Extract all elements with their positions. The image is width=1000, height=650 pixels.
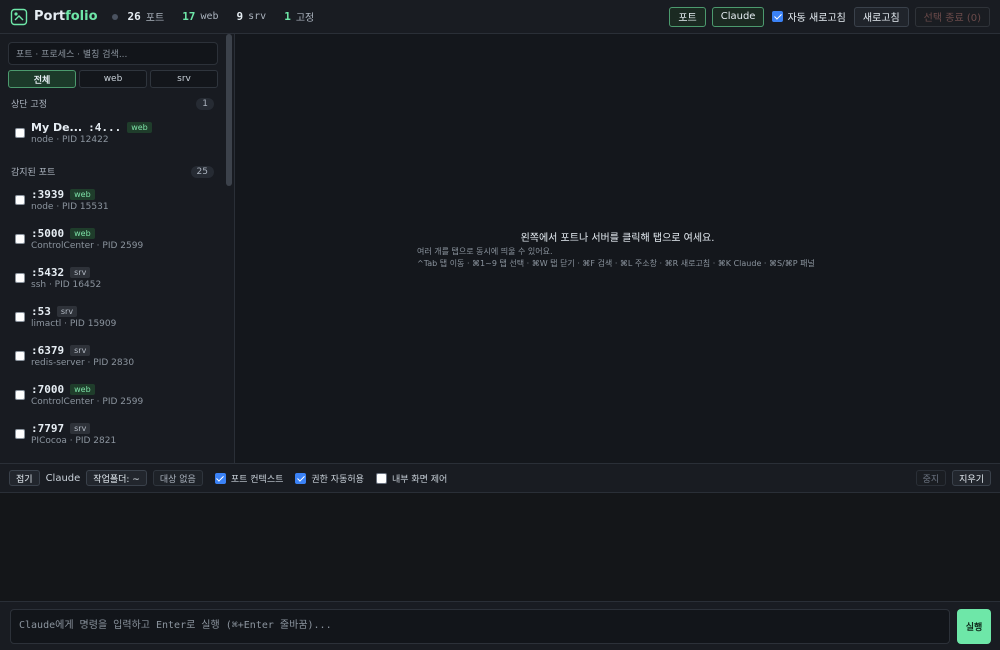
claude-toolbar: 접기 Claude 작업폴더: ~ 대상 없음 포트 컨텍스트 권한 자동허용 … — [0, 463, 1000, 493]
port-process: ControlCenter · PID 2599 — [31, 241, 144, 251]
port-process: PICocoa · PID 2821 — [31, 436, 117, 446]
port-search-input[interactable]: 포트 · 프로세스 · 별칭 검색... — [8, 42, 218, 65]
refresh-button[interactable]: 새로고침 — [853, 6, 909, 27]
port-number: :5000 — [31, 227, 65, 240]
workdir-button[interactable]: 작업폴더: ~ — [86, 470, 147, 486]
port-select-checkbox[interactable] — [15, 390, 25, 400]
kill-selected-button[interactable]: 선택 종료 (0) — [914, 6, 990, 27]
port-type-badge: srv — [70, 345, 91, 356]
port-sidebar: 포트 · 프로세스 · 별칭 검색... 전체 web srv 상단 고정 1 … — [0, 34, 235, 463]
claude-panel-button[interactable]: Claude — [711, 6, 765, 27]
logo-icon — [10, 8, 28, 25]
app-logo: Portfolio — [10, 8, 98, 26]
port-item[interactable]: :5000 web ControlCenter · PID 2599 — [15, 224, 215, 254]
port-number: :53 — [31, 305, 51, 318]
port-type-badge: srv — [70, 267, 91, 278]
port-select-checkbox[interactable] — [15, 351, 25, 361]
port-alias: My De... — [31, 121, 83, 134]
port-item[interactable]: :3939 web node · PID 15531 — [15, 185, 215, 215]
empty-state-hint: 여러 개를 탭으로 동시에 띄울 수 있어요. ^Tab 탭 이동 · ⌘1~9… — [417, 247, 815, 268]
port-select-checkbox[interactable] — [15, 128, 25, 138]
tab-content-area: 왼쪽에서 포트나 서버를 클릭해 탭으로 여세요. 여러 개를 탭으로 동시에 … — [235, 34, 1000, 463]
claude-command-input[interactable]: Claude에게 명령을 입력하고 Enter로 실행 (⌘+Enter 줄바꿈… — [10, 609, 950, 644]
filter-all[interactable]: 전체 — [8, 70, 76, 88]
empty-state-title: 왼쪽에서 포트나 서버를 클릭해 탭으로 여세요. — [520, 233, 715, 244]
ports-panel-button[interactable]: 포트 — [669, 6, 706, 27]
app-name: Portfolio — [34, 9, 98, 24]
port-type-badge: srv — [56, 306, 78, 317]
pinned-section-header: 상단 고정 1 — [11, 97, 214, 110]
collapse-button[interactable]: 접기 — [9, 470, 40, 486]
port-number: :6379 — [31, 344, 65, 357]
port-context-toggle[interactable]: 포트 컨텍스트 — [214, 472, 283, 485]
port-process: ControlCenter · PID 2599 — [31, 397, 144, 407]
auto-permission-checkbox[interactable] — [295, 472, 307, 484]
port-item[interactable]: :7000 web ControlCenter · PID 2599 — [15, 380, 215, 410]
port-item[interactable]: :7797 srv PICocoa · PID 2821 — [15, 419, 215, 449]
status-dot — [111, 13, 118, 20]
port-process: node · PID 12422 — [31, 135, 109, 145]
port-item[interactable]: :6379 srv redis-server · PID 2830 — [15, 341, 215, 371]
app-header: Portfolio 26 포트 17 web 9 srv 1 고정 포트 Claude … — [0, 0, 1000, 34]
port-number: :7797 — [31, 422, 65, 435]
command-bar: Claude에게 명령을 입력하고 Enter로 실행 (⌘+Enter 줄바꿈… — [0, 601, 1000, 650]
stop-button[interactable]: 중지 — [915, 470, 947, 486]
port-item[interactable]: :5432 srv ssh · PID 16452 — [15, 263, 215, 293]
port-context-checkbox[interactable] — [214, 472, 226, 484]
port-select-checkbox[interactable] — [15, 429, 25, 439]
port-select-checkbox[interactable] — [15, 273, 25, 283]
run-button[interactable]: 실행 — [957, 609, 991, 644]
port-type-badge: web — [127, 122, 152, 133]
filter-srv[interactable]: srv — [150, 70, 218, 88]
port-type-badge: web — [70, 228, 95, 239]
port-select-checkbox[interactable] — [15, 234, 25, 244]
pinned-count-badge: 1 — [196, 97, 214, 110]
claude-panel-label: Claude — [45, 472, 81, 484]
port-number: :4... — [88, 121, 122, 134]
internal-control-checkbox[interactable] — [375, 472, 387, 484]
port-type-badge: srv — [70, 423, 91, 434]
stat-srv: 9 srv — [236, 10, 267, 23]
stat-ports: 26 포트 — [127, 10, 165, 24]
keyboard-shortcuts-hint: ^Tab 탭 이동 · ⌘1~9 탭 선택 · ⌘W 탭 닫기 · ⌘F 검색 … — [417, 259, 815, 268]
port-select-checkbox[interactable] — [15, 195, 25, 205]
auto-permission-toggle[interactable]: 권한 자동허용 — [295, 472, 364, 485]
filter-tabs: 전체 web srv — [8, 70, 218, 88]
port-number: :7000 — [31, 383, 65, 396]
clear-button[interactable]: 지우기 — [952, 470, 991, 486]
pinned-port-item[interactable]: My De... :4... web node · PID 12422 — [15, 118, 215, 148]
target-selector[interactable]: 대상 없음 — [152, 470, 203, 486]
filter-web[interactable]: web — [79, 70, 147, 88]
port-select-checkbox[interactable] — [15, 312, 25, 322]
stat-pinned: 1 고정 — [284, 10, 315, 24]
port-number: :5432 — [31, 266, 65, 279]
port-process: limactl · PID 15909 — [31, 319, 117, 329]
stat-web: 17 web — [182, 10, 219, 23]
claude-output-area — [0, 493, 1000, 601]
auto-refresh-checkbox[interactable] — [772, 11, 784, 22]
port-item[interactable]: :53 srv limactl · PID 15909 — [15, 302, 215, 332]
port-process: ssh · PID 16452 — [31, 280, 102, 290]
port-process: node · PID 15531 — [31, 202, 109, 212]
port-type-badge: web — [70, 384, 95, 395]
auto-refresh-toggle[interactable]: 자동 새로고침 — [772, 9, 846, 24]
sidebar-scrollbar[interactable] — [226, 34, 232, 186]
internal-control-toggle[interactable]: 내부 화면 제어 — [375, 472, 447, 485]
detected-section-header: 감지된 포트 25 — [11, 165, 214, 178]
port-process: redis-server · PID 2830 — [31, 358, 135, 368]
port-number: :3939 — [31, 188, 65, 201]
port-type-badge: web — [70, 189, 95, 200]
detected-count-badge: 25 — [190, 165, 214, 178]
